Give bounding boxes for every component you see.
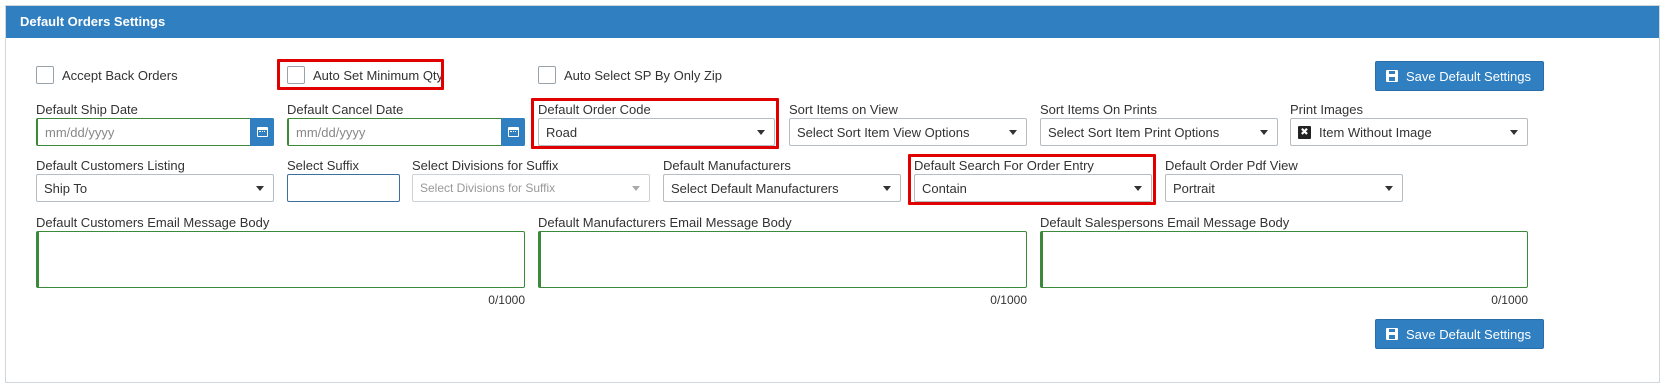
salespersons-email-body-label: Default Salespersons Email Message Body [1040, 215, 1290, 230]
sort-view-value: Select Sort Item View Options [797, 124, 970, 140]
sort-items-on-view-label: Sort Items on View [789, 102, 898, 117]
order-code-value: Road [546, 124, 578, 140]
salespersons-email-counter: 0/1000 [1491, 293, 1528, 307]
chevron-down-icon [256, 186, 264, 191]
select-suffix-label: Select Suffix [287, 158, 360, 173]
no-image-icon: ✖ [1298, 125, 1311, 139]
sort-items-on-prints-label: Sort Items On Prints [1040, 102, 1158, 117]
chevron-down-icon [1134, 186, 1142, 191]
chevron-down-icon [883, 186, 891, 191]
chevron-down-icon [1260, 130, 1268, 135]
chevron-down-icon [1009, 130, 1017, 135]
ship-date-placeholder: mm/dd/yyyy [45, 124, 115, 140]
calendar-icon[interactable] [250, 118, 274, 146]
default-ship-date-input[interactable]: mm/dd/yyyy [36, 118, 274, 146]
divisions-value: Select Divisions for Suffix [420, 181, 556, 195]
sort-prints-value: Select Sort Item Print Options [1048, 124, 1220, 140]
salespersons-email-body-textarea[interactable] [1040, 231, 1528, 288]
select-divisions-label: Select Divisions for Suffix [412, 158, 559, 173]
sort-items-on-prints-select[interactable]: Select Sort Item Print Options [1040, 118, 1278, 146]
auto-set-minimum-qty-checkbox[interactable]: Auto Set Minimum Qty [287, 66, 443, 84]
save-default-settings-button-top[interactable]: Save Default Settings [1375, 61, 1545, 91]
select-suffix-input[interactable] [287, 174, 400, 202]
default-order-code-label: Default Order Code [538, 102, 651, 117]
chevron-down-icon [757, 130, 765, 135]
manufacturers-email-body-label: Default Manufacturers Email Message Body [538, 215, 792, 230]
manufacturers-email-counter: 0/1000 [990, 293, 1027, 307]
default-search-order-entry-label: Default Search For Order Entry [914, 158, 1094, 173]
default-manufacturers-select[interactable]: Select Default Manufacturers [663, 174, 901, 202]
chevron-down-icon [632, 186, 640, 191]
default-customers-listing-select[interactable]: Ship To [36, 174, 274, 202]
default-customers-listing-label: Default Customers Listing [36, 158, 185, 173]
accept-back-orders-label: Accept Back Orders [62, 67, 178, 83]
print-images-select[interactable]: ✖ Item Without Image [1290, 118, 1528, 146]
auto-set-minimum-qty-label: Auto Set Minimum Qty [313, 67, 444, 83]
default-search-order-entry-select[interactable]: Contain [914, 174, 1152, 202]
panel-title: Default Orders Settings [6, 6, 1659, 38]
cancel-date-placeholder: mm/dd/yyyy [296, 124, 366, 140]
checkbox-box[interactable] [287, 66, 305, 84]
manufacturers-value: Select Default Manufacturers [671, 180, 839, 196]
default-ship-date-label: Default Ship Date [36, 102, 138, 117]
print-images-value: Item Without Image [1319, 124, 1432, 140]
chevron-down-icon [1510, 130, 1518, 135]
customers-listing-value: Ship To [44, 180, 88, 196]
default-manufacturers-label: Default Manufacturers [663, 158, 791, 173]
default-order-pdf-view-label: Default Order Pdf View [1165, 158, 1298, 173]
save-default-settings-button-bottom[interactable]: Save Default Settings [1375, 319, 1545, 349]
customers-email-body-textarea[interactable] [36, 231, 525, 288]
default-cancel-date-input[interactable]: mm/dd/yyyy [287, 118, 525, 146]
search-entry-value: Contain [922, 180, 967, 196]
accept-back-orders-checkbox[interactable]: Accept Back Orders [36, 66, 178, 84]
save-button-label: Save Default Settings [1406, 68, 1532, 84]
default-order-pdf-view-select[interactable]: Portrait [1165, 174, 1403, 202]
select-divisions-select[interactable]: Select Divisions for Suffix [412, 174, 650, 202]
floppy-disk-icon [1386, 328, 1398, 340]
print-images-label: Print Images [1290, 102, 1363, 117]
floppy-disk-icon [1386, 70, 1398, 82]
auto-select-sp-checkbox[interactable]: Auto Select SP By Only Zip [538, 66, 722, 84]
chevron-down-icon [1385, 186, 1393, 191]
sort-items-on-view-select[interactable]: Select Sort Item View Options [789, 118, 1027, 146]
pdf-view-value: Portrait [1173, 180, 1215, 196]
save-button-label: Save Default Settings [1406, 326, 1532, 342]
customers-email-counter: 0/1000 [488, 293, 525, 307]
checkbox-box[interactable] [538, 66, 556, 84]
customers-email-body-label: Default Customers Email Message Body [36, 215, 270, 230]
calendar-icon[interactable] [501, 118, 525, 146]
manufacturers-email-body-textarea[interactable] [538, 231, 1027, 288]
default-order-code-select[interactable]: Road [538, 118, 775, 146]
checkbox-box[interactable] [36, 66, 54, 84]
default-cancel-date-label: Default Cancel Date [287, 102, 404, 117]
auto-select-sp-label: Auto Select SP By Only Zip [564, 67, 722, 83]
